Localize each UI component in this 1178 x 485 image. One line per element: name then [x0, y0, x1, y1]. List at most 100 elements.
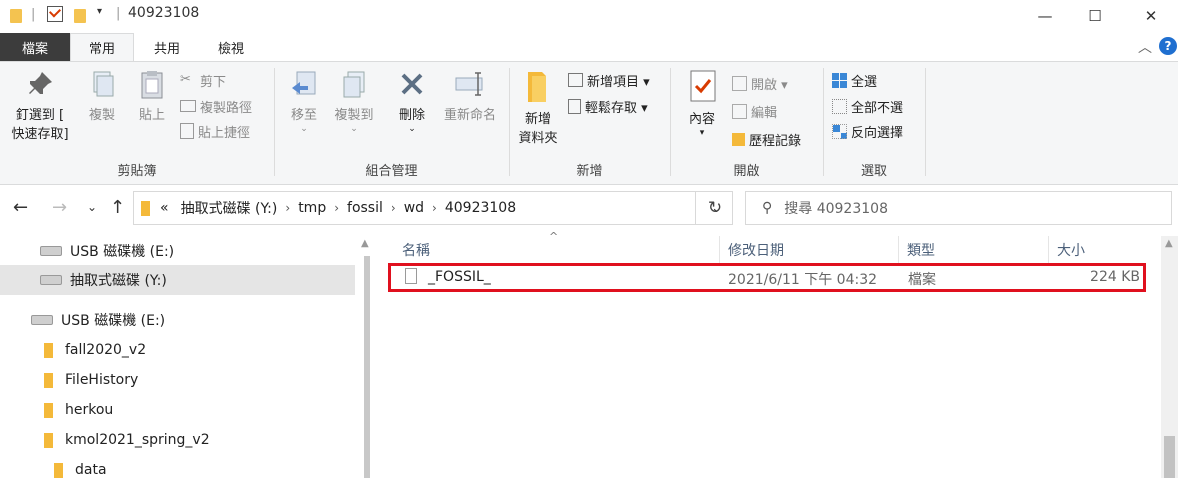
column-header-type[interactable]: 類型	[907, 236, 935, 264]
copy-path-icon	[180, 100, 196, 112]
select-none-icon	[832, 98, 847, 114]
copy-button[interactable]: 複製	[80, 68, 124, 125]
file-list-scrollbar[interactable]: ▲	[1161, 236, 1178, 478]
copy-to-button[interactable]: 複製到 ⌄	[330, 68, 378, 134]
rename-button[interactable]: 重新命名	[438, 68, 502, 125]
history-icon	[732, 132, 745, 146]
usb-drive-icon	[31, 315, 53, 325]
forward-arrow-icon[interactable]: →	[52, 197, 67, 218]
tab-view[interactable]: 檢視	[204, 33, 258, 61]
edit-button[interactable]: 編輯	[732, 100, 777, 122]
search-box[interactable]: ⚲ 搜尋 40923108	[745, 191, 1172, 225]
chevron-right-icon[interactable]: ›	[332, 201, 341, 215]
column-divider[interactable]	[1048, 236, 1049, 264]
tab-share[interactable]: 共用	[140, 33, 194, 61]
paste-shortcut-button[interactable]: 貼上捷徑	[180, 120, 250, 142]
scroll-up-icon[interactable]: ▲	[1165, 238, 1173, 249]
back-arrow-icon[interactable]: ←	[13, 197, 28, 218]
easy-access-button[interactable]: 輕鬆存取 ▾	[568, 95, 648, 117]
close-button[interactable]: ✕	[1128, 0, 1174, 31]
paste-button[interactable]: 貼上	[130, 68, 174, 125]
column-header-size[interactable]: 大小	[1057, 236, 1085, 264]
file-size: 224 KB	[1090, 269, 1140, 285]
nav-item-folder[interactable]: kmol2021_spring_v2	[0, 425, 355, 455]
folder-icon	[44, 402, 53, 418]
separator: |	[31, 7, 36, 22]
cut-button[interactable]: ✂ 剪下	[180, 69, 226, 91]
breadcrumb-overflow[interactable]: «	[160, 200, 175, 216]
nav-item-usb-e[interactable]: USB 磁碟機 (E:)	[0, 305, 355, 335]
open-button[interactable]: 開啟 ▾	[732, 72, 788, 94]
file-modified: 2021/6/11 下午 04:32	[728, 272, 878, 288]
scroll-up-icon[interactable]: ▲	[361, 238, 369, 249]
properties-button[interactable]: 內容 ▾	[680, 68, 724, 138]
delete-label: 刪除	[398, 108, 425, 123]
select-none-button[interactable]: 全部不選	[832, 95, 903, 117]
address-bar[interactable]: « 抽取式磁碟 (Y:) › tmp › fossil › wd › 40923…	[133, 191, 733, 225]
properties-check-icon[interactable]	[47, 5, 63, 22]
tab-file[interactable]: 檔案	[0, 33, 70, 61]
delete-button[interactable]: 刪除 ⌄	[390, 68, 434, 134]
breadcrumb-item[interactable]: wd	[398, 200, 430, 216]
title-bar: | ▾ | 40923108 — ☐ ✕	[0, 0, 1178, 31]
history-button[interactable]: 歷程記錄	[732, 128, 801, 150]
folder-icon	[44, 432, 53, 448]
up-arrow-icon[interactable]: ↑	[110, 197, 125, 218]
maximize-button[interactable]: ☐	[1072, 0, 1118, 31]
breadcrumb-item[interactable]: tmp	[292, 200, 332, 216]
breadcrumb-item[interactable]: 抽取式磁碟 (Y:)	[175, 198, 284, 218]
column-header-name[interactable]: 名稱	[402, 236, 430, 264]
open-label: 開啟 ▾	[751, 77, 788, 93]
new-item-button[interactable]: 新增項目 ▾	[568, 69, 650, 91]
new-folder-quick-icon[interactable]	[74, 9, 86, 23]
breadcrumb-item[interactable]: fossil	[341, 200, 389, 216]
new-item-label: 新增項目 ▾	[587, 74, 650, 90]
minimize-button[interactable]: —	[1022, 0, 1068, 31]
breadcrumb-item[interactable]: 40923108	[439, 200, 522, 216]
nav-item-folder[interactable]: FileHistory	[0, 365, 355, 395]
new-folder-button[interactable]: 新增 資料夾	[514, 68, 562, 148]
column-divider[interactable]	[719, 236, 720, 264]
nav-item-folder[interactable]: data	[0, 455, 355, 485]
column-divider[interactable]	[898, 236, 899, 264]
folder-icon	[44, 342, 53, 358]
pin-quick-access-button[interactable]: 釘選到 [ 快速存取]	[6, 68, 74, 144]
easy-access-label: 輕鬆存取 ▾	[585, 100, 648, 116]
column-header-modified[interactable]: 修改日期	[728, 236, 784, 264]
chevron-right-icon[interactable]: ›	[430, 201, 439, 215]
copy-path-button[interactable]: 複製路徑	[180, 95, 252, 117]
history-label: 歷程記錄	[749, 133, 802, 149]
scrollbar-thumb[interactable]	[1164, 436, 1175, 478]
nav-scrollbar[interactable]: ▲	[359, 236, 375, 478]
nav-item-label: USB 磁碟機 (E:)	[70, 244, 175, 260]
file-row[interactable]: _FOSSIL_ 2021/6/11 下午 04:32 檔案 224 KB	[388, 263, 1146, 292]
usb-drive-icon	[40, 246, 62, 256]
customize-quick-access-icon[interactable]: ▾	[97, 6, 102, 17]
nav-item-usb-e[interactable]: USB 磁碟機 (E:)	[0, 236, 355, 266]
scrollbar-thumb[interactable]	[364, 256, 370, 478]
removable-drive-icon	[40, 275, 62, 285]
chevron-right-icon[interactable]: ›	[283, 201, 292, 215]
copy-label: 複製	[88, 108, 115, 123]
nav-item-label: kmol2021_spring_v2	[65, 432, 210, 448]
select-all-button[interactable]: 全選	[832, 69, 877, 91]
collapse-ribbon-icon[interactable]: ︿	[1138, 37, 1152, 57]
search-input[interactable]: 搜尋 40923108	[784, 198, 888, 218]
new-group-label: 新增	[576, 164, 603, 179]
window-title: 40923108	[128, 5, 200, 21]
rename-label: 重新命名	[443, 108, 496, 123]
nav-item-removable-y[interactable]: 抽取式磁碟 (Y:)	[0, 265, 355, 295]
nav-item-folder[interactable]: herkou	[0, 395, 355, 425]
move-to-label: 移至	[290, 108, 317, 123]
recent-locations-icon[interactable]: ⌄	[87, 200, 97, 214]
invert-selection-button[interactable]: 反向選擇	[832, 120, 903, 142]
refresh-icon[interactable]: ↻	[695, 191, 734, 225]
nav-item-label: FileHistory	[65, 372, 139, 388]
edit-label: 編輯	[751, 105, 778, 121]
tab-home[interactable]: 常用	[70, 33, 134, 61]
nav-item-folder[interactable]: fall2020_v2	[0, 335, 355, 365]
chevron-right-icon[interactable]: ›	[389, 201, 398, 215]
help-icon[interactable]: ?	[1159, 37, 1177, 55]
dropdown-arrow-icon: ⌄	[408, 124, 416, 134]
move-to-button[interactable]: 移至 ⌄	[282, 68, 326, 134]
